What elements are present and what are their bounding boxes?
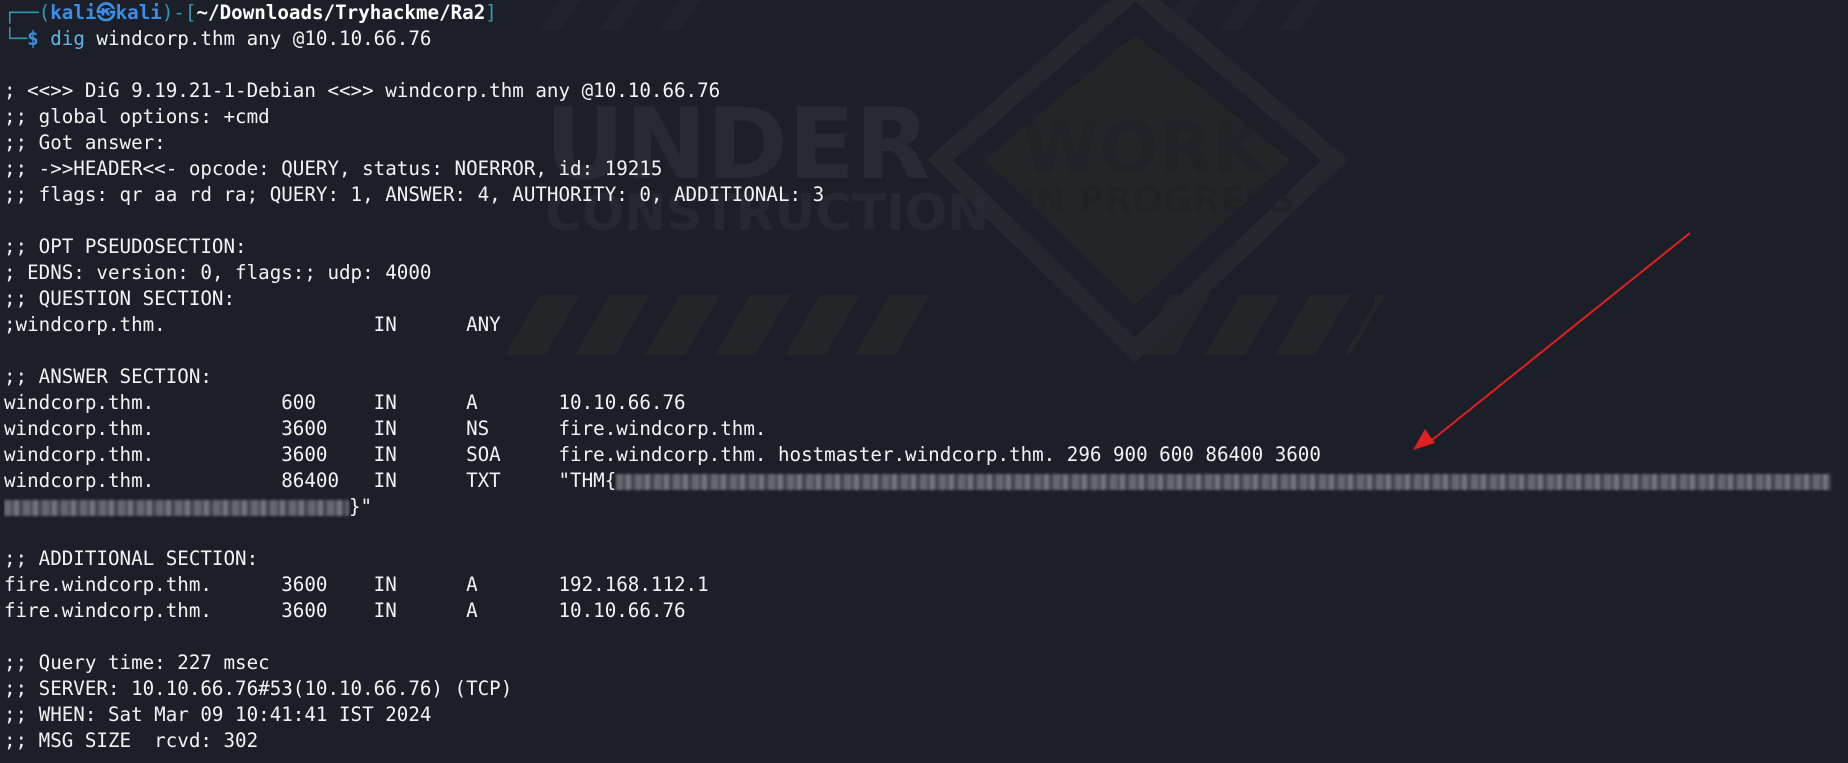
prompt-box-bottom: └─	[4, 27, 28, 50]
prompt-bracket-end: ]	[485, 1, 497, 24]
prompt-line-command: └─$ dig windcorp.thm any @10.10.66.76	[4, 26, 1848, 52]
terminal-window[interactable]: UNDER CONSTRUCTION WORK IN PROGRESS ┌──(…	[0, 0, 1848, 763]
output-line: ;; flags: qr aa rd ra; QUERY: 1, ANSWER:…	[4, 183, 825, 206]
redacted-flag-region	[616, 473, 1832, 490]
output-line: ;; WHEN: Sat Mar 09 10:41:41 IST 2024	[4, 703, 432, 726]
output-line: ;; ANSWER SECTION:	[4, 365, 212, 388]
answer-record-soa: windcorp.thm. 3600 IN SOA fire.windcorp.…	[4, 443, 1321, 466]
prompt-box-top: ┌──(	[4, 1, 51, 24]
output-line: ;; Got answer:	[4, 131, 166, 154]
prompt-cwd: ~/Downloads/Tryhackme/Ra2	[196, 1, 486, 24]
output-line: ;; MSG SIZE rcvd: 302	[4, 729, 259, 752]
output-line: ;; SERVER: 10.10.66.76#53(10.10.66.76) (…	[4, 677, 513, 700]
prompt-dollar: $	[27, 27, 51, 50]
txt-record-prefix: windcorp.thm. 86400 IN TXT "THM{	[4, 469, 617, 492]
additional-record: fire.windcorp.thm. 3600 IN A 192.168.112…	[4, 573, 709, 596]
terminal-output[interactable]: ┌──(kali㉿kali)-[~/Downloads/Tryhackme/Ra…	[4, 0, 1848, 754]
answer-record-txt-continued: }"	[4, 494, 1848, 520]
prompt-user-host: kali㉿kali	[50, 1, 162, 24]
output-line: ; <<>> DiG 9.19.21-1-Debian <<>> windcor…	[4, 79, 721, 102]
answer-record-ns: windcorp.thm. 3600 IN NS fire.windcorp.t…	[4, 417, 767, 440]
output-line: ;windcorp.thm. IN ANY	[4, 313, 501, 336]
output-line: ;; global options: +cmd	[4, 105, 270, 128]
output-line: ;; QUESTION SECTION:	[4, 287, 236, 310]
answer-record-txt: windcorp.thm. 86400 IN TXT "THM{	[4, 468, 1848, 494]
prompt-line-top: ┌──(kali㉿kali)-[~/Downloads/Tryhackme/Ra…	[4, 0, 1848, 26]
command-args: windcorp.thm any @10.10.66.76	[84, 27, 432, 50]
output-line: ;; ADDITIONAL SECTION:	[4, 547, 259, 570]
output-line: ;; ->>HEADER<<- opcode: QUERY, status: N…	[4, 157, 663, 180]
output-line: ;; Query time: 227 msec	[4, 651, 270, 674]
txt-record-suffix: }"	[349, 495, 373, 518]
prompt-bracket-mid: )-[	[161, 1, 197, 24]
output-line: ; EDNS: version: 0, flags:; udp: 4000	[4, 261, 432, 284]
output-line: ;; OPT PSEUDOSECTION:	[4, 235, 247, 258]
redacted-flag-region	[4, 499, 349, 516]
command-name: dig	[50, 27, 85, 50]
answer-record-a: windcorp.thm. 600 IN A 10.10.66.76	[4, 391, 686, 414]
additional-record: fire.windcorp.thm. 3600 IN A 10.10.66.76	[4, 599, 686, 622]
